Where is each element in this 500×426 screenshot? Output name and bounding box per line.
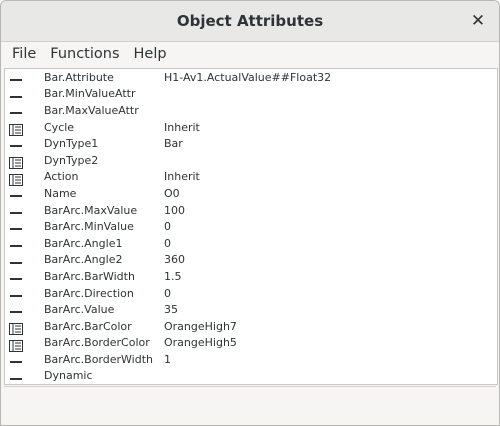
attribute-name: BarArc.Angle2: [44, 253, 123, 267]
attribute-row[interactable]: DynType1 Bar: [5, 135, 497, 152]
attribute-row[interactable]: BarArc.BorderColor OrangeHigh5: [5, 335, 497, 352]
attribute-name: Bar.MaxValueAttr: [44, 103, 139, 117]
attribute-value[interactable]: OrangeHigh5: [164, 336, 237, 349]
attribute-name: BarArc.BarWidth: [44, 269, 135, 283]
dash-icon[interactable]: [8, 303, 24, 315]
dash-icon[interactable]: [8, 71, 24, 83]
attribute-name: BarArc.Direction: [44, 286, 134, 300]
dash-icon[interactable]: [8, 370, 24, 382]
attribute-name: BarArc.MinValue: [44, 220, 134, 234]
attribute-value[interactable]: Bar: [164, 137, 183, 150]
attribute-name: Name: [44, 186, 77, 200]
dash-icon[interactable]: [8, 254, 24, 266]
attribute-name: Dynamic: [44, 369, 93, 383]
attribute-row[interactable]: BarArc.BarColor OrangeHigh7: [5, 318, 497, 335]
dash-icon[interactable]: [8, 270, 24, 282]
close-button[interactable]: ✕: [467, 10, 489, 32]
menu-bar: File Functions Help: [1, 42, 499, 66]
attribute-row[interactable]: BarArc.BarWidth 1.5: [5, 268, 497, 285]
attribute-value[interactable]: Inherit: [164, 170, 200, 183]
attribute-value[interactable]: OrangeHigh7: [164, 320, 237, 333]
dash-icon[interactable]: [8, 104, 24, 116]
dash-icon[interactable]: [8, 88, 24, 100]
attribute-value[interactable]: 0: [164, 237, 171, 250]
menu-functions[interactable]: Functions: [43, 46, 126, 62]
dash-icon[interactable]: [8, 187, 24, 199]
attribute-value[interactable]: 100: [164, 204, 185, 217]
dash-icon[interactable]: [8, 220, 24, 232]
book-icon[interactable]: [8, 154, 24, 169]
attribute-row[interactable]: BarArc.MaxValue 100: [5, 202, 497, 219]
attribute-value[interactable]: 0: [164, 287, 171, 300]
attribute-name: BarArc.BorderColor: [44, 336, 150, 350]
dash-icon[interactable]: [8, 287, 24, 299]
attribute-name: BarArc.MaxValue: [44, 203, 138, 217]
book-icon[interactable]: [8, 171, 24, 186]
attribute-value[interactable]: 1.5: [164, 270, 182, 283]
attribute-row[interactable]: Bar.MinValueAttr: [5, 86, 497, 103]
dash-icon[interactable]: [8, 237, 24, 249]
attribute-name: Action: [44, 170, 79, 184]
attribute-name: BarArc.BarColor: [44, 319, 132, 333]
menu-help[interactable]: Help: [127, 46, 174, 62]
attribute-name: BarArc.Angle1: [44, 236, 123, 250]
attribute-row[interactable]: Bar.MaxValueAttr: [5, 102, 497, 119]
attribute-row[interactable]: Bar.Attribute H1-Av1.ActualValue##Float32: [5, 69, 497, 86]
attribute-name: DynType1: [44, 137, 99, 151]
attribute-row[interactable]: BarArc.Value 35: [5, 301, 497, 318]
attribute-row[interactable]: Action Inherit: [5, 169, 497, 186]
attribute-value[interactable]: 360: [164, 253, 185, 266]
window-title: Object Attributes: [176, 12, 324, 30]
dash-icon[interactable]: [8, 353, 24, 365]
attribute-row[interactable]: Name O0: [5, 185, 497, 202]
dash-icon[interactable]: [8, 204, 24, 216]
attribute-value[interactable]: 0: [164, 220, 171, 233]
book-icon[interactable]: [8, 121, 24, 136]
attribute-value[interactable]: 35: [164, 303, 178, 316]
book-icon[interactable]: [8, 320, 24, 335]
attribute-name: Bar.MinValueAttr: [44, 87, 136, 101]
attribute-name: Cycle: [44, 120, 75, 134]
book-icon[interactable]: [8, 337, 24, 352]
attribute-row[interactable]: Cycle Inherit: [5, 119, 497, 136]
attribute-row[interactable]: BarArc.Direction 0: [5, 285, 497, 302]
attribute-row[interactable]: DynType2: [5, 152, 497, 169]
attribute-name: BarArc.BorderWidth: [44, 352, 153, 366]
object-attributes-window: Object Attributes ✕ File Functions Help …: [0, 0, 500, 426]
attribute-value[interactable]: 1: [164, 353, 171, 366]
attribute-row[interactable]: BarArc.MinValue 0: [5, 218, 497, 235]
attribute-row[interactable]: Dynamic: [5, 368, 497, 384]
attribute-value[interactable]: Inherit: [164, 121, 200, 134]
attribute-name: Bar.Attribute: [44, 70, 114, 84]
title-bar[interactable]: Object Attributes ✕: [1, 1, 499, 42]
attribute-name: DynType2: [44, 153, 99, 167]
attribute-list[interactable]: Bar.Attribute H1-Av1.ActualValue##Float32…: [4, 68, 498, 385]
attribute-row[interactable]: BarArc.BorderWidth 1: [5, 351, 497, 368]
attribute-row[interactable]: BarArc.Angle2 360: [5, 252, 497, 269]
attribute-name: BarArc.Value: [44, 303, 115, 317]
status-bar: [4, 386, 496, 423]
menu-file[interactable]: File: [5, 46, 43, 62]
attribute-value[interactable]: O0: [164, 187, 180, 200]
dash-icon[interactable]: [8, 137, 24, 149]
attribute-value[interactable]: H1-Av1.ActualValue##Float32: [164, 71, 331, 84]
attribute-row[interactable]: BarArc.Angle1 0: [5, 235, 497, 252]
